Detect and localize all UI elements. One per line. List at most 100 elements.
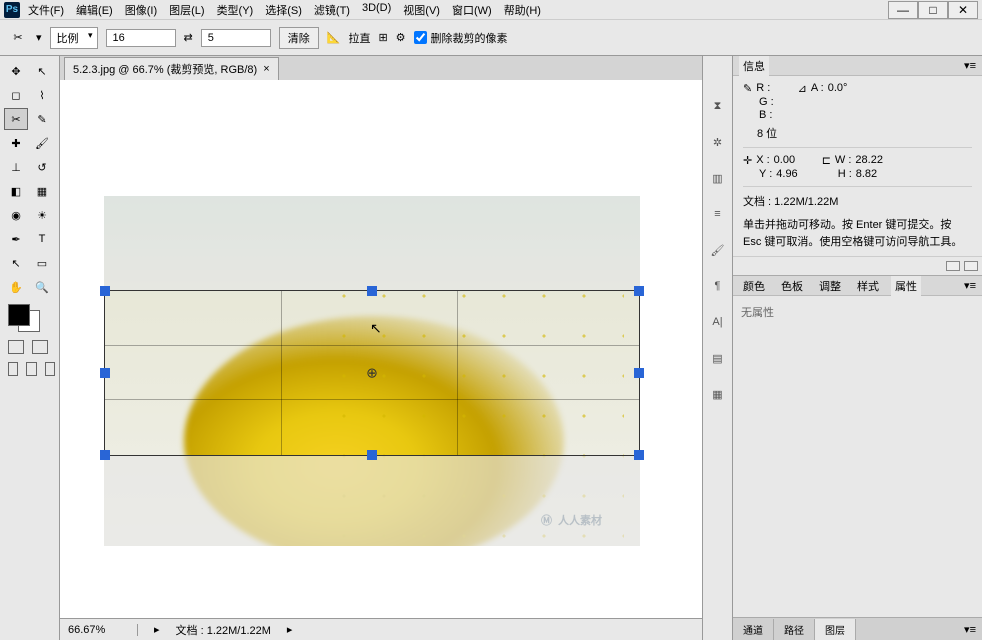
document-tab-close[interactable]: × xyxy=(263,63,269,75)
crop-height-input[interactable] xyxy=(201,29,271,47)
type-tool[interactable]: T xyxy=(30,228,54,250)
tab-adjustments[interactable]: 调整 xyxy=(815,276,845,296)
crop-box[interactable]: ⊕ xyxy=(104,290,640,456)
chevron-right-icon[interactable]: ▸ xyxy=(287,623,293,636)
compass-icon[interactable]: ✲ xyxy=(708,132,728,152)
menu-window[interactable]: 窗口(W) xyxy=(452,2,492,18)
crop-handle-e[interactable] xyxy=(634,368,644,378)
eyedropper-tool[interactable]: ✎ xyxy=(30,108,54,130)
menu-image[interactable]: 图像(I) xyxy=(125,2,157,18)
crop-handle-n[interactable] xyxy=(367,286,377,296)
close-button[interactable]: ✕ xyxy=(948,1,978,19)
maximize-button[interactable]: □ xyxy=(918,1,948,19)
menu-3d[interactable]: 3D(D) xyxy=(362,2,391,18)
dropdown-arrow-icon[interactable]: ▾ xyxy=(36,31,42,44)
menu-type[interactable]: 类型(Y) xyxy=(217,2,254,18)
move-tool[interactable]: ✥ xyxy=(4,60,28,82)
library-icon[interactable]: ▦ xyxy=(708,384,728,404)
app-logo: Ps xyxy=(4,2,20,18)
dodge-tool[interactable]: ☀ xyxy=(30,204,54,226)
panel-corner-icon[interactable] xyxy=(946,261,960,271)
crop-handle-w[interactable] xyxy=(100,368,110,378)
notes-icon[interactable]: ▤ xyxy=(708,348,728,368)
menu-view[interactable]: 视图(V) xyxy=(403,2,440,18)
shape-tool[interactable]: ▭ xyxy=(30,252,54,274)
extra-icon-2[interactable] xyxy=(26,362,36,376)
ratio-select[interactable]: 比例 xyxy=(50,27,98,49)
gear-icon[interactable]: ⚙ xyxy=(396,31,406,44)
histogram-icon[interactable]: ▥ xyxy=(708,168,728,188)
tab-properties[interactable]: 属性 xyxy=(891,276,921,296)
artboard-tool[interactable]: ↖ xyxy=(30,60,54,82)
crop-tool-icon[interactable]: ✂ xyxy=(8,28,28,48)
hand-tool[interactable]: ✋ xyxy=(4,276,28,298)
info-panel-footer xyxy=(733,256,982,275)
document-area: 5.2.3.jpg @ 66.7% (裁剪预览, RGB/8) × xyxy=(60,56,702,640)
panel-menu-icon[interactable]: ▾≡ xyxy=(958,623,982,636)
tab-swatches[interactable]: 色板 xyxy=(777,276,807,296)
crop-handle-s[interactable] xyxy=(367,450,377,460)
eraser-tool[interactable]: ◧ xyxy=(4,180,28,202)
healing-tool[interactable]: ✚ xyxy=(4,132,28,154)
document-tab-bar: 5.2.3.jpg @ 66.7% (裁剪预览, RGB/8) × xyxy=(60,56,702,80)
status-bar: 66.67% ▸ 文档 : 1.22M/1.22M ▸ xyxy=(60,618,702,640)
stamp-tool[interactable]: ⊥ xyxy=(4,156,28,178)
history-icon[interactable]: ⧗ xyxy=(708,96,728,116)
canvas[interactable]: ⊕ ↖ Ⓜ 人人素材 xyxy=(60,80,702,618)
tab-layers[interactable]: 图层 xyxy=(815,619,856,640)
tab-styles[interactable]: 样式 xyxy=(853,276,883,296)
screen-mode-icon[interactable] xyxy=(32,340,48,354)
extra-icon-1[interactable] xyxy=(8,362,18,376)
gradient-tool[interactable]: ▦ xyxy=(30,180,54,202)
menu-select[interactable]: 选择(S) xyxy=(265,2,302,18)
menu-file[interactable]: 文件(F) xyxy=(28,2,64,18)
character-icon[interactable]: A| xyxy=(708,312,728,332)
history-brush-tool[interactable]: ↺ xyxy=(30,156,54,178)
info-b-label: B : xyxy=(759,109,772,121)
crop-handle-se[interactable] xyxy=(634,450,644,460)
status-zoom[interactable]: 66.67% xyxy=(68,624,138,636)
chevron-right-icon[interactable]: ▸ xyxy=(154,623,160,636)
color-swatch[interactable] xyxy=(8,304,40,332)
menu-help[interactable]: 帮助(H) xyxy=(504,2,541,18)
marquee-tool[interactable]: ◻ xyxy=(4,84,28,106)
menu-edit[interactable]: 编辑(E) xyxy=(76,2,113,18)
blur-tool[interactable]: ◉ xyxy=(4,204,28,226)
info-g-label: G : xyxy=(759,96,774,108)
quick-mask-icon[interactable] xyxy=(8,340,24,354)
panel-menu-icon[interactable]: ▾≡ xyxy=(964,59,976,72)
menu-filter[interactable]: 滤镜(T) xyxy=(314,2,350,18)
info-tab[interactable]: 信息 xyxy=(739,56,769,76)
info-y-label: Y : xyxy=(759,168,772,180)
straighten-icon[interactable]: 📐 xyxy=(327,31,341,44)
foreground-color[interactable] xyxy=(8,304,30,326)
pen-tool[interactable]: ✒ xyxy=(4,228,28,250)
crop-handle-nw[interactable] xyxy=(100,286,110,296)
tab-channels[interactable]: 通道 xyxy=(733,619,774,640)
brush-tool[interactable]: 🖌 xyxy=(30,132,54,154)
swap-icon[interactable]: ⇄ xyxy=(184,31,193,44)
lasso-tool[interactable]: ⌇ xyxy=(30,84,54,106)
grid-icon[interactable]: ⊞ xyxy=(378,31,387,44)
clear-button[interactable]: 清除 xyxy=(279,27,319,49)
panel-corner-icon[interactable] xyxy=(964,261,978,271)
crop-tool[interactable]: ✂ xyxy=(4,108,28,130)
tab-paths[interactable]: 路径 xyxy=(774,619,815,640)
path-tool[interactable]: ↖ xyxy=(4,252,28,274)
paragraph-icon[interactable]: ¶ xyxy=(708,276,728,296)
crop-handle-sw[interactable] xyxy=(100,450,110,460)
brush-settings-icon[interactable]: ≡ xyxy=(708,204,728,224)
delete-pixels-check[interactable] xyxy=(414,31,427,44)
crop-handle-ne[interactable] xyxy=(634,286,644,296)
document-tab[interactable]: 5.2.3.jpg @ 66.7% (裁剪预览, RGB/8) × xyxy=(64,57,279,80)
menu-layer[interactable]: 图层(L) xyxy=(169,2,204,18)
extra-icon-3[interactable] xyxy=(45,362,55,376)
minimize-button[interactable]: — xyxy=(888,1,918,19)
zoom-tool[interactable]: 🔍 xyxy=(30,276,54,298)
info-h-value: 8.82 xyxy=(856,168,877,180)
delete-pixels-checkbox[interactable]: 删除裁剪的像素 xyxy=(414,30,508,46)
brush-preset-icon[interactable]: 🖌 xyxy=(708,240,728,260)
crop-width-input[interactable] xyxy=(106,29,176,47)
tab-color[interactable]: 颜色 xyxy=(739,276,769,296)
panel-menu-icon[interactable]: ▾≡ xyxy=(964,279,976,292)
